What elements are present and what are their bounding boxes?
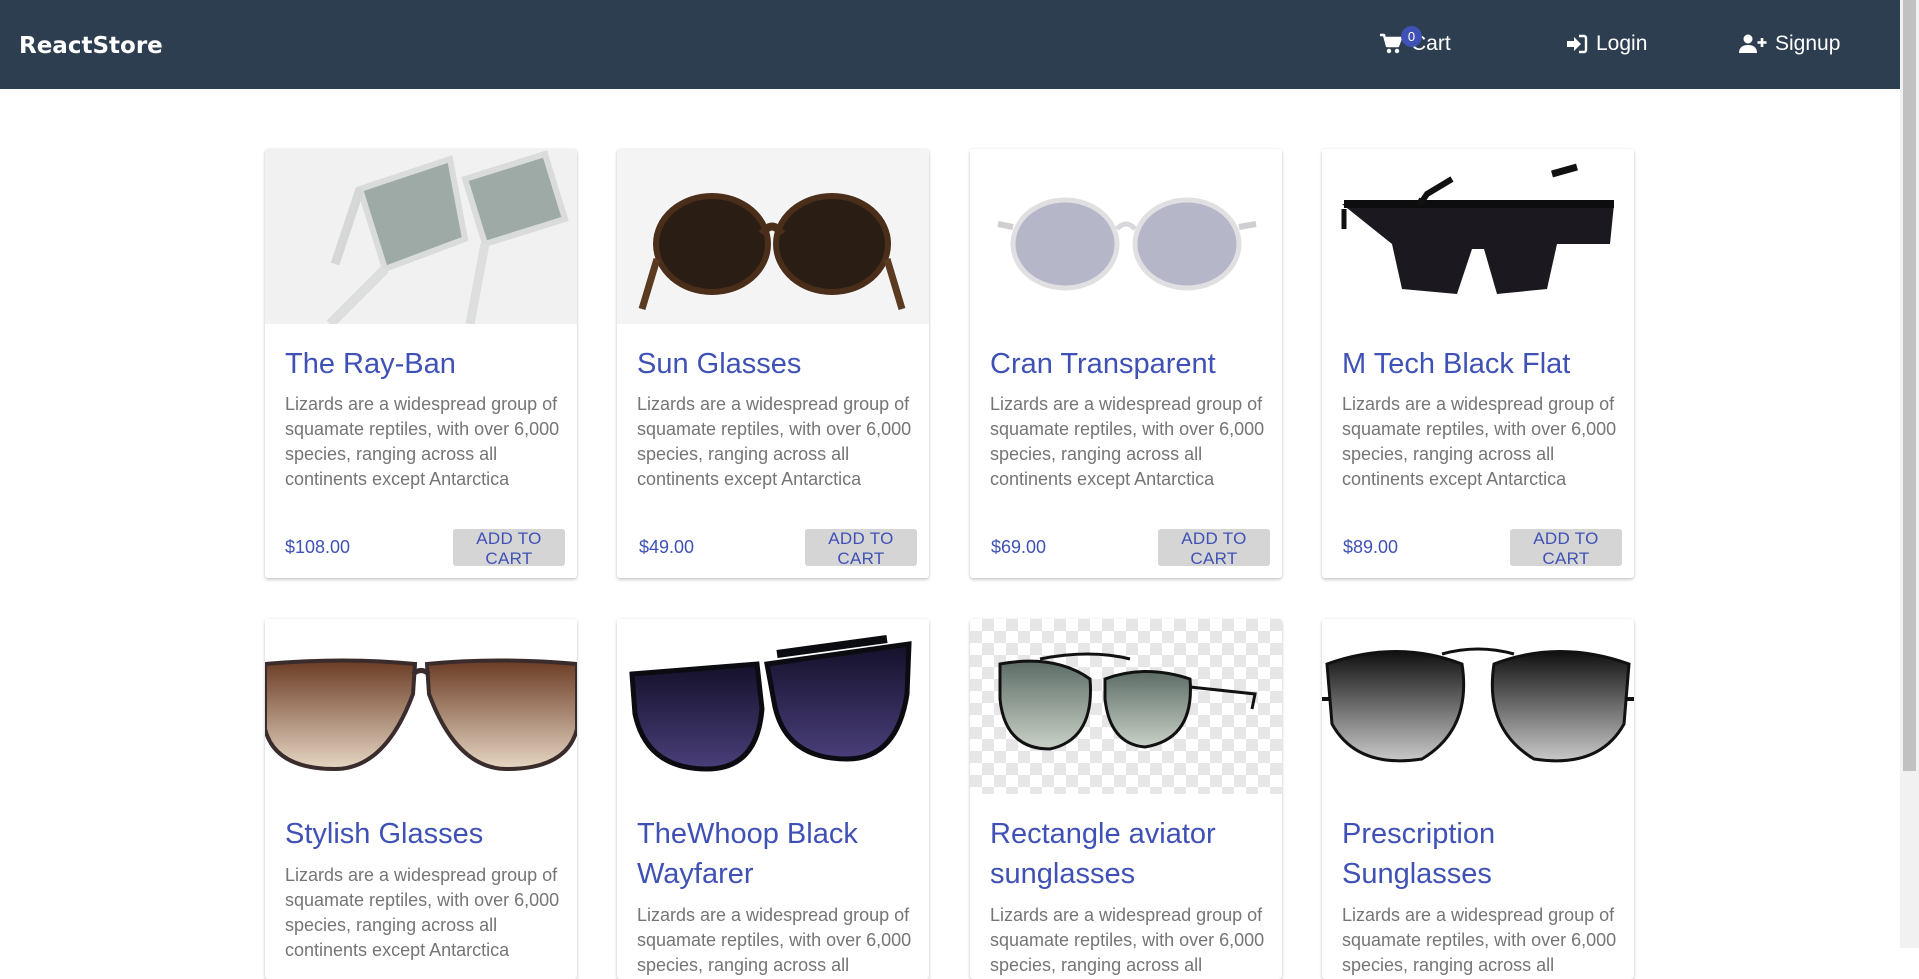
product-image[interactable] [617,619,929,794]
login-link[interactable]: Login [1566,32,1647,56]
product-description: Lizards are a widespread group of squama… [990,394,1265,489]
product-title[interactable]: TheWhoop Black Wayfarer [637,814,922,894]
navbar: ReactStore 0 Cart Login Signup [0,0,1900,89]
product-title[interactable]: Rectangle aviator sunglasses [990,814,1275,894]
product-description: Lizards are a widespread group of squama… [1342,394,1617,489]
product-description: Lizards are a widespread group of squama… [637,905,912,975]
add-to-cart-button[interactable]: ADD TO CART [453,529,565,568]
product-image[interactable] [970,149,1282,324]
product-card: Sun Glasses Lizards are a widespread gro… [617,149,929,578]
product-description: Lizards are a widespread group of squama… [285,865,560,960]
product-card: M Tech Black Flat Lizards are a widespre… [1322,149,1634,578]
add-to-cart-button[interactable]: ADD TO CART [805,529,917,568]
brand-logo[interactable]: ReactStore [19,33,163,59]
product-description: Lizards are a widespread group of squama… [1342,905,1617,975]
product-description: Lizards are a widespread group of squama… [285,394,560,489]
scrollbar[interactable] [1900,0,1919,948]
product-image[interactable] [1322,619,1634,794]
product-title[interactable]: Cran Transparent [990,344,1275,384]
product-card: Cran Transparent Lizards are a widesprea… [970,149,1282,578]
signup-label: Signup [1775,32,1841,55]
user-plus-icon [1739,34,1767,54]
sign-in-icon [1566,34,1588,54]
cart-count-badge: 0 [1401,26,1422,47]
product-image[interactable] [265,619,577,794]
product-price: $69.00 [991,537,1047,557]
product-card: Stylish Glasses Lizards are a widespread… [265,619,577,979]
scrollbar-thumb[interactable] [1903,0,1916,771]
product-card: TheWhoop Black Wayfarer Lizards are a wi… [617,619,929,979]
product-title[interactable]: The Ray-Ban [285,344,570,384]
cart-link[interactable]: 0 Cart [1379,26,1451,56]
product-title[interactable]: Prescription Sunglasses [1342,814,1627,894]
product-card: Rectangle aviator sunglasses Lizards are… [970,619,1282,979]
login-label: Login [1596,32,1648,55]
product-price: $108.00 [285,537,351,557]
product-description: Lizards are a widespread group of squama… [990,905,1265,975]
product-image[interactable] [970,619,1282,794]
product-title[interactable]: Stylish Glasses [285,814,570,854]
product-card: Prescription Sunglasses Lizards are a wi… [1322,619,1634,979]
cart-icon: 0 [1379,26,1422,55]
product-price: $49.00 [639,537,695,557]
product-price: $89.00 [1343,537,1399,557]
product-image[interactable] [265,149,577,328]
product-image[interactable] [1322,149,1634,324]
product-title[interactable]: Sun Glasses [637,344,922,384]
add-to-cart-button[interactable]: ADD TO CART [1510,529,1622,568]
signup-link[interactable]: Signup [1739,32,1840,56]
add-to-cart-button[interactable]: ADD TO CART [1158,529,1270,568]
product-description: Lizards are a widespread group of squama… [637,394,912,489]
product-title[interactable]: M Tech Black Flat [1342,344,1627,384]
product-card: The Ray-Ban Lizards are a widespread gro… [265,149,577,578]
product-image[interactable] [617,149,929,324]
